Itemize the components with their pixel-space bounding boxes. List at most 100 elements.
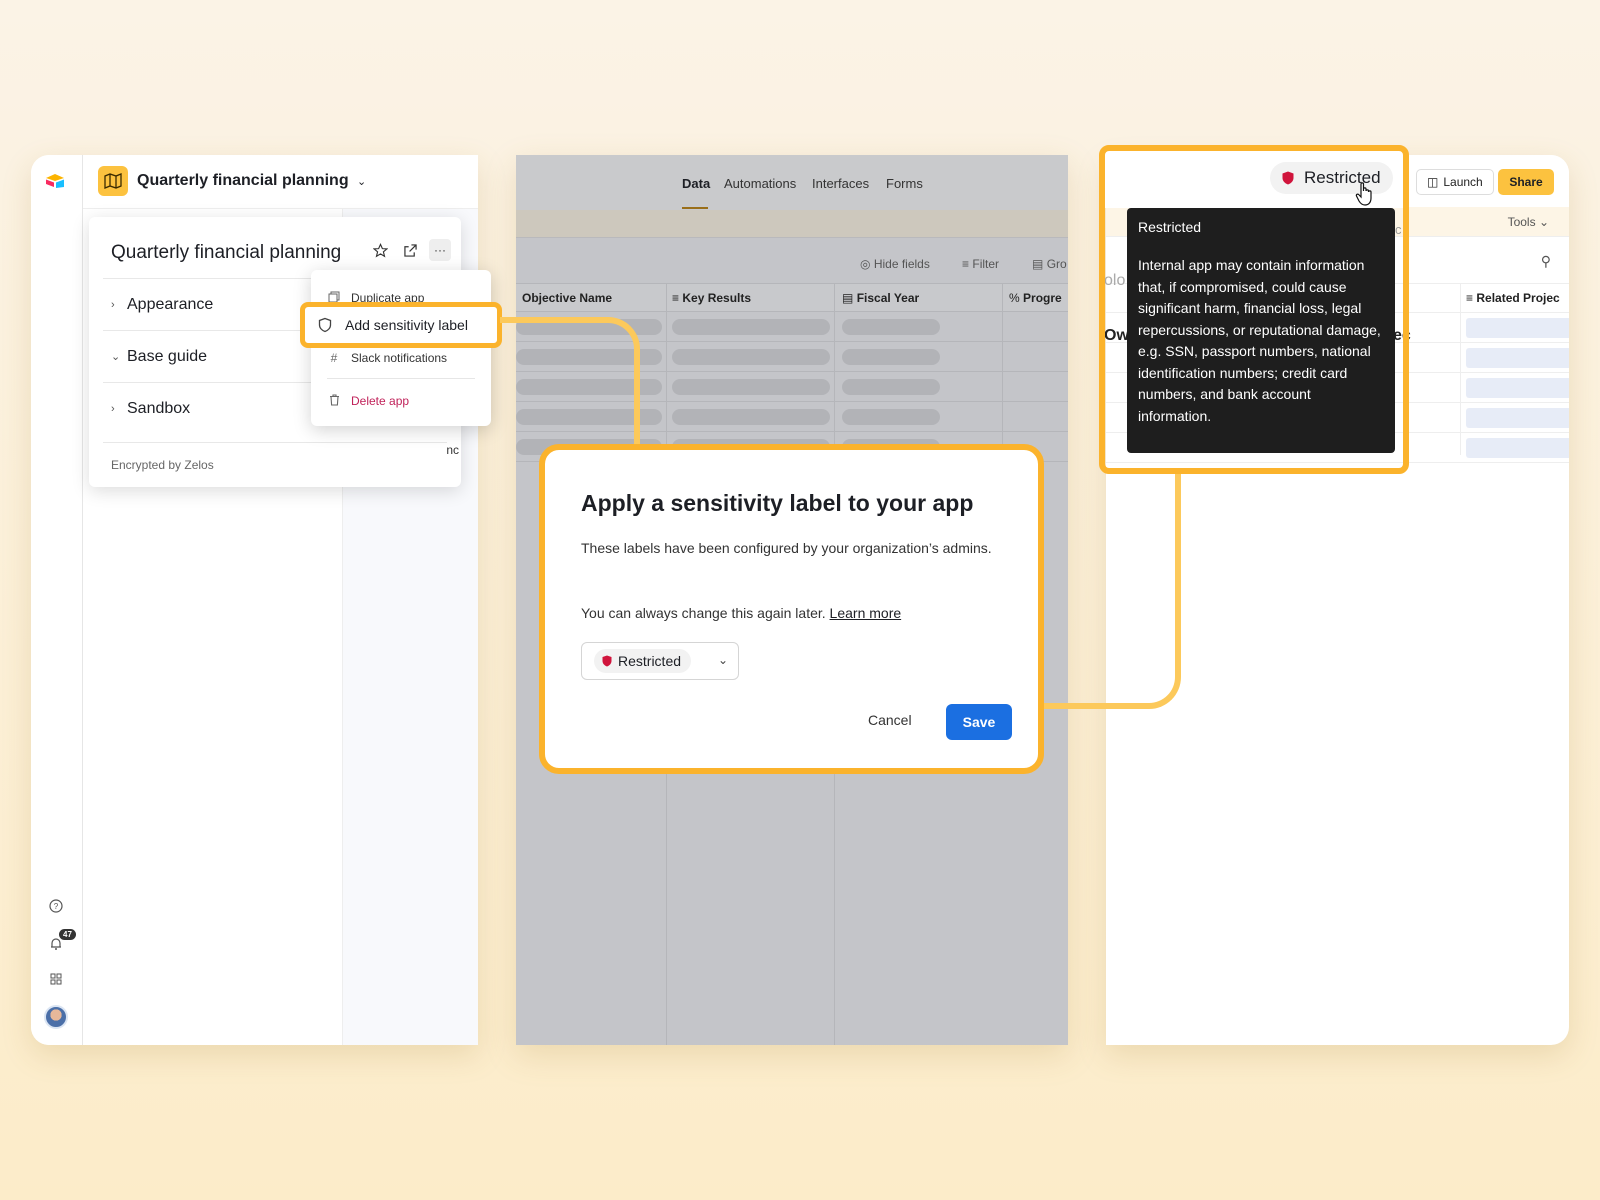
partial-text: nc bbox=[446, 443, 459, 457]
cancel-button[interactable]: Cancel bbox=[868, 712, 912, 728]
selected-label: Restricted bbox=[618, 653, 682, 669]
section-label: Appearance bbox=[127, 295, 214, 313]
hide-fields-button[interactable]: ◎ Hide fields bbox=[860, 257, 930, 271]
section-label: Sandbox bbox=[127, 399, 191, 417]
placeholder-cell bbox=[672, 349, 830, 365]
tools-menu[interactable]: Tools ⌄ bbox=[1508, 215, 1549, 229]
app-header: Quarterly financial planning ⌄ bbox=[83, 155, 478, 209]
placeholder-cell bbox=[842, 319, 940, 335]
help-icon[interactable]: ? bbox=[48, 899, 64, 915]
placeholder-cell bbox=[672, 379, 830, 395]
placeholder-cell bbox=[842, 379, 940, 395]
restricted-tooltip: Restricted Internal app may contain info… bbox=[1127, 208, 1395, 453]
trash-icon bbox=[327, 393, 341, 409]
active-tab-indicator bbox=[682, 207, 708, 209]
tab-forms[interactable]: Forms bbox=[886, 176, 923, 191]
apps-grid-icon[interactable] bbox=[48, 973, 64, 989]
tab-interfaces[interactable]: Interfaces bbox=[812, 176, 869, 191]
placeholder-cell bbox=[1466, 378, 1569, 398]
column-related-projects[interactable]: ≡ Related Projec bbox=[1466, 291, 1560, 305]
placeholder-cell bbox=[1466, 318, 1569, 338]
group-label: Gro bbox=[1046, 257, 1067, 271]
learn-more-link[interactable]: Learn more bbox=[830, 605, 902, 621]
app-title: Quarterly financial planning bbox=[137, 172, 349, 189]
chevron-right-icon: › bbox=[111, 402, 115, 415]
section-label: Base guide bbox=[127, 347, 208, 365]
save-button[interactable]: Save bbox=[946, 704, 1012, 740]
note-text: You can always change this again later. bbox=[581, 605, 826, 621]
chevron-down-icon: ⌄ bbox=[717, 653, 728, 667]
app-logo-icon[interactable] bbox=[45, 173, 65, 189]
group-button[interactable]: ▤ Gro bbox=[1032, 257, 1067, 271]
search-icon[interactable]: ⚲ bbox=[1541, 253, 1551, 270]
tab-data[interactable]: Data bbox=[682, 176, 710, 191]
placeholder-cell bbox=[1466, 438, 1569, 458]
placeholder-cell bbox=[1466, 408, 1569, 428]
menu-item-delete-app[interactable]: Delete app bbox=[327, 391, 409, 411]
column-label: Fiscal Year bbox=[856, 291, 920, 305]
grid-header: Objective Name ≡ Key Results ▤ Fiscal Ye… bbox=[516, 283, 1068, 312]
menu-item-label: Slack notifications bbox=[351, 351, 448, 365]
long-text-icon: ≡ bbox=[672, 291, 680, 305]
column-progress[interactable]: % Progre bbox=[1009, 291, 1062, 305]
tooltip-body: Internal app may contain information tha… bbox=[1138, 257, 1381, 424]
dialog-note: You can always change this again later. … bbox=[581, 605, 901, 621]
shield-filled-icon bbox=[602, 655, 612, 667]
column-label: Related Projec bbox=[1476, 291, 1560, 305]
label-chip: Restricted bbox=[594, 649, 692, 673]
column-key-results[interactable]: ≡ Key Results bbox=[672, 291, 751, 305]
menu-divider bbox=[327, 378, 475, 379]
connector-line bbox=[500, 317, 640, 447]
placeholder-cell bbox=[842, 409, 940, 425]
svg-text:?: ? bbox=[54, 902, 59, 911]
view-bar bbox=[516, 210, 1068, 238]
column-label: Progre bbox=[1023, 291, 1062, 305]
sensitivity-label-select[interactable]: Restricted ⌄ bbox=[581, 642, 739, 680]
share-button[interactable]: Share bbox=[1498, 169, 1554, 195]
launch-button[interactable]: ◫ Launch bbox=[1416, 169, 1494, 195]
filter-icon: ≡ bbox=[962, 257, 970, 271]
menu-item-slack-notifications[interactable]: # Slack notifications bbox=[327, 348, 447, 368]
link-icon: ≡ bbox=[1466, 291, 1474, 305]
slack-icon: # bbox=[330, 351, 338, 365]
filter-button[interactable]: ≡ Filter bbox=[962, 257, 999, 271]
tools-label: Tools bbox=[1507, 215, 1536, 229]
app-title-switcher[interactable]: Quarterly financial planning ⌄ bbox=[137, 172, 366, 190]
encryption-note: Encrypted by Zelos bbox=[111, 458, 214, 472]
grid-toolbar: ◎ Hide fields ≡ Filter ▤ Gro bbox=[516, 239, 1068, 289]
tooltip-title: Restricted bbox=[1138, 219, 1202, 235]
menu-item-add-sensitivity-label[interactable]: Add sensitivity label bbox=[300, 302, 502, 348]
open-external-icon[interactable] bbox=[399, 239, 421, 261]
placeholder-cell bbox=[1466, 348, 1569, 368]
card-actions: ··· bbox=[369, 239, 451, 261]
hide-fields-label: Hide fields bbox=[873, 257, 930, 271]
group-icon: ▤ bbox=[1032, 257, 1044, 271]
placeholder-cell bbox=[672, 319, 830, 335]
placeholder-cell bbox=[672, 409, 830, 425]
eye-slash-icon: ◎ bbox=[860, 257, 871, 271]
chevron-down-icon: ⌄ bbox=[1538, 215, 1549, 229]
shield-filled-icon bbox=[1282, 171, 1294, 185]
filter-label: Filter bbox=[972, 257, 1000, 271]
more-options-icon[interactable]: ··· bbox=[429, 239, 451, 261]
map-icon bbox=[98, 166, 128, 196]
column-fiscal-year[interactable]: ▤ Fiscal Year bbox=[842, 291, 919, 305]
connector-line bbox=[1044, 473, 1181, 709]
sensitivity-label-dialog: Apply a sensitivity label to your app Th… bbox=[539, 444, 1044, 774]
dialog-title: Apply a sensitivity label to your app bbox=[581, 490, 974, 516]
tabs-bar: Data Automations Interfaces Forms bbox=[516, 155, 1068, 210]
left-rail: ? 47 bbox=[31, 155, 83, 1045]
card-title: Quarterly financial planning bbox=[111, 242, 342, 263]
column-objective-name[interactable]: Objective Name bbox=[522, 291, 612, 305]
launch-icon: ◫ bbox=[1427, 175, 1439, 189]
star-icon[interactable] bbox=[369, 239, 391, 261]
user-avatar[interactable] bbox=[44, 1005, 68, 1029]
calendar-icon: ▤ bbox=[842, 291, 854, 305]
placeholder-cell bbox=[842, 349, 940, 365]
shield-icon bbox=[318, 317, 332, 333]
menu-item-label: Delete app bbox=[351, 394, 410, 408]
chevron-right-icon: › bbox=[111, 298, 115, 311]
tab-automations[interactable]: Automations bbox=[724, 176, 796, 191]
hand-cursor-icon bbox=[1355, 182, 1372, 206]
divider bbox=[103, 442, 447, 443]
